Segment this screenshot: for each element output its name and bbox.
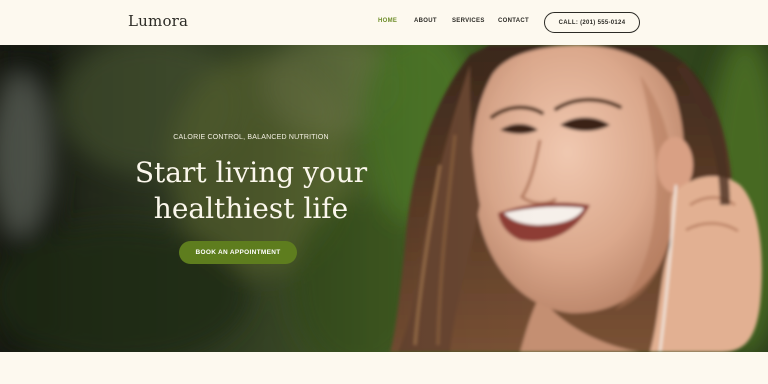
logo[interactable]: Lumora (128, 12, 188, 30)
hero-headline: Start living your healthiest life (108, 155, 394, 227)
nav-services[interactable]: SERVICES (452, 18, 485, 24)
book-appointment-button[interactable]: BOOK AN APPOINTMENT (179, 241, 297, 264)
headline-line-2: healthiest life (153, 192, 349, 225)
call-button[interactable]: CALL: (201) 555-0124 (544, 12, 640, 33)
nav-about[interactable]: ABOUT (414, 18, 437, 24)
next-section-edge (0, 352, 768, 384)
nav-contact[interactable]: CONTACT (498, 18, 529, 24)
nav-home[interactable]: HOME (378, 18, 397, 24)
site-header: Lumora HOME ABOUT SERVICES CONTACT CALL:… (0, 0, 768, 45)
hero-eyebrow: CALORIE CONTROL, BALANCED NUTRITION (173, 134, 329, 141)
hero-section: CALORIE CONTROL, BALANCED NUTRITION Star… (0, 45, 768, 352)
headline-line-1: Start living your (134, 156, 368, 189)
